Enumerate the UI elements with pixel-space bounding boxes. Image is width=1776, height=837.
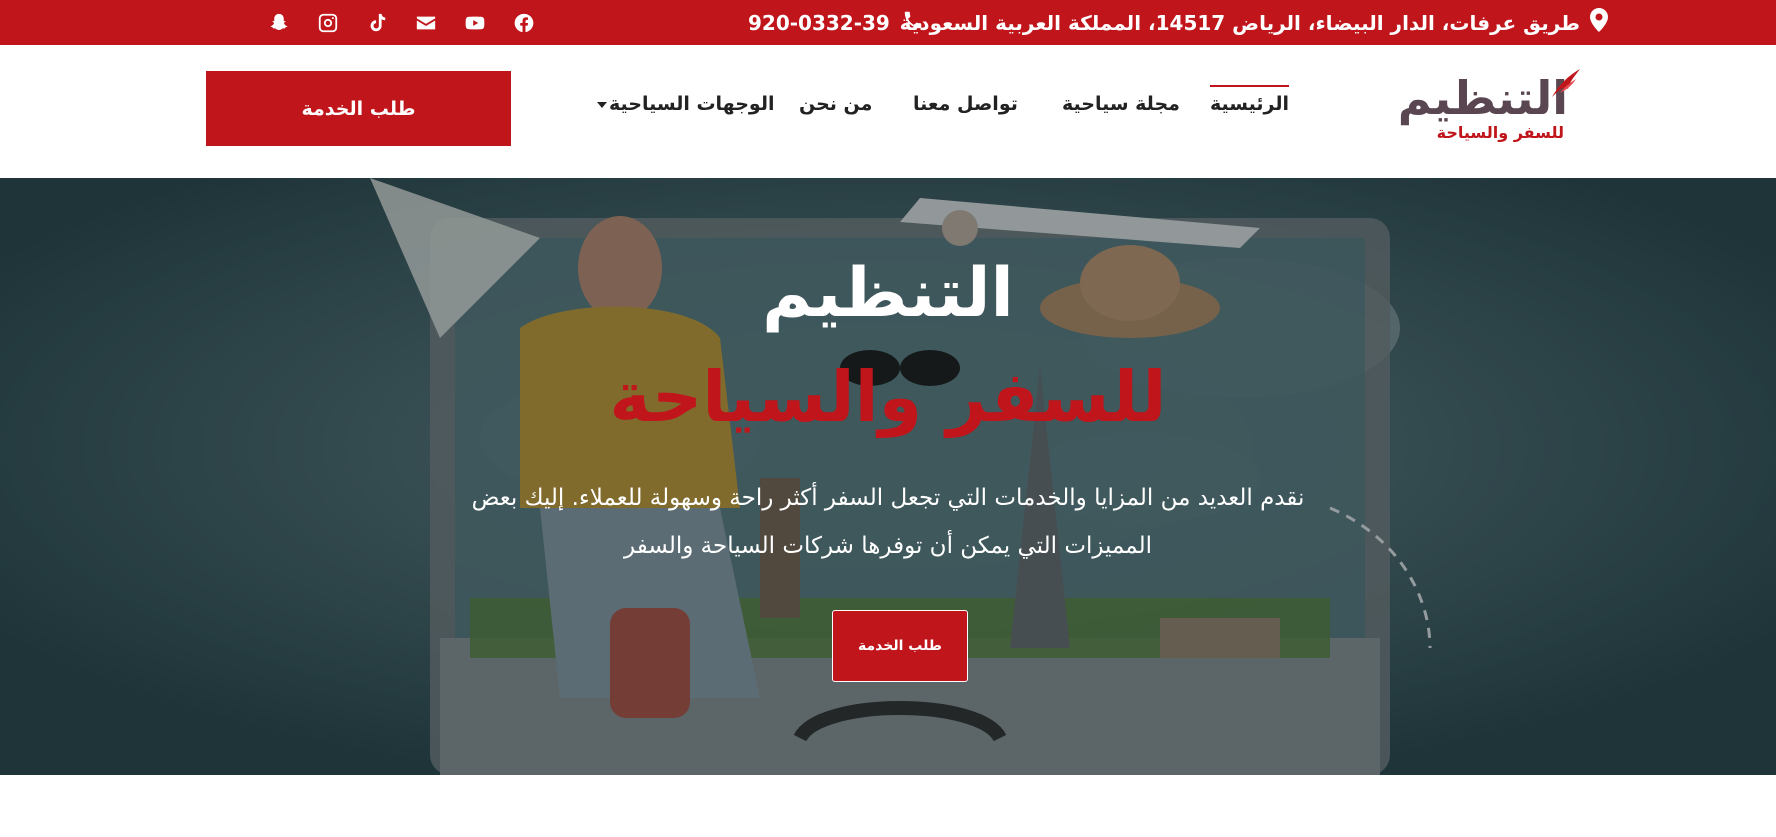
request-service-button[interactable]: طلب الخدمة bbox=[206, 71, 511, 146]
nav-home[interactable]: الرئيسية bbox=[1210, 85, 1289, 115]
site-logo[interactable]: التنظيم للسفر والسياحة bbox=[1396, 69, 1582, 151]
nav-contact[interactable]: تواصل معنا bbox=[913, 93, 1018, 115]
email-icon[interactable] bbox=[413, 10, 438, 35]
phone-number[interactable]: 920-0332-39 bbox=[748, 11, 890, 35]
snapchat-icon[interactable] bbox=[266, 10, 291, 35]
hero-section: التنظيم للسفر والسياحة نقدم العديد من ال… bbox=[0, 178, 1776, 775]
facebook-icon[interactable] bbox=[511, 10, 536, 35]
logo-title: التنظيم bbox=[1397, 71, 1569, 125]
hero-request-service-button[interactable]: طلب الخدمة bbox=[832, 610, 968, 682]
nav-travel-magazine[interactable]: مجلة سياحية bbox=[1062, 93, 1180, 115]
instagram-icon[interactable] bbox=[315, 10, 340, 35]
location-pin-icon bbox=[1590, 8, 1608, 37]
nav-destinations-label: الوجهات السياحية bbox=[609, 93, 775, 115]
nav-destinations[interactable]: الوجهات السياحية bbox=[597, 93, 774, 115]
hero-subtitle: للسفر والسياحة bbox=[609, 356, 1167, 438]
phone-block[interactable]: 920-0332-39 bbox=[748, 0, 924, 45]
nav-about[interactable]: من نحن bbox=[799, 93, 872, 115]
site-header: التنظيم للسفر والسياحة الرئيسية مجلة سيا… bbox=[0, 45, 1776, 178]
youtube-icon[interactable] bbox=[462, 10, 487, 35]
tiktok-icon[interactable] bbox=[364, 10, 389, 35]
hero-title: التنظيم bbox=[762, 254, 1014, 333]
social-links bbox=[266, 0, 536, 45]
phone-icon bbox=[902, 9, 924, 36]
top-bar: طريق عرفات، الدار البيضاء، الرياض 14517،… bbox=[0, 0, 1776, 45]
address-block: طريق عرفات، الدار البيضاء، الرياض 14517،… bbox=[900, 0, 1608, 45]
logo-tagline: للسفر والسياحة bbox=[1436, 123, 1564, 142]
wing-icon bbox=[1552, 69, 1580, 97]
address-text: طريق عرفات، الدار البيضاء، الرياض 14517،… bbox=[899, 10, 1580, 35]
chevron-down-icon bbox=[597, 101, 607, 108]
hero-description: نقدم العديد من المزايا والخدمات التي تجع… bbox=[471, 485, 1305, 559]
